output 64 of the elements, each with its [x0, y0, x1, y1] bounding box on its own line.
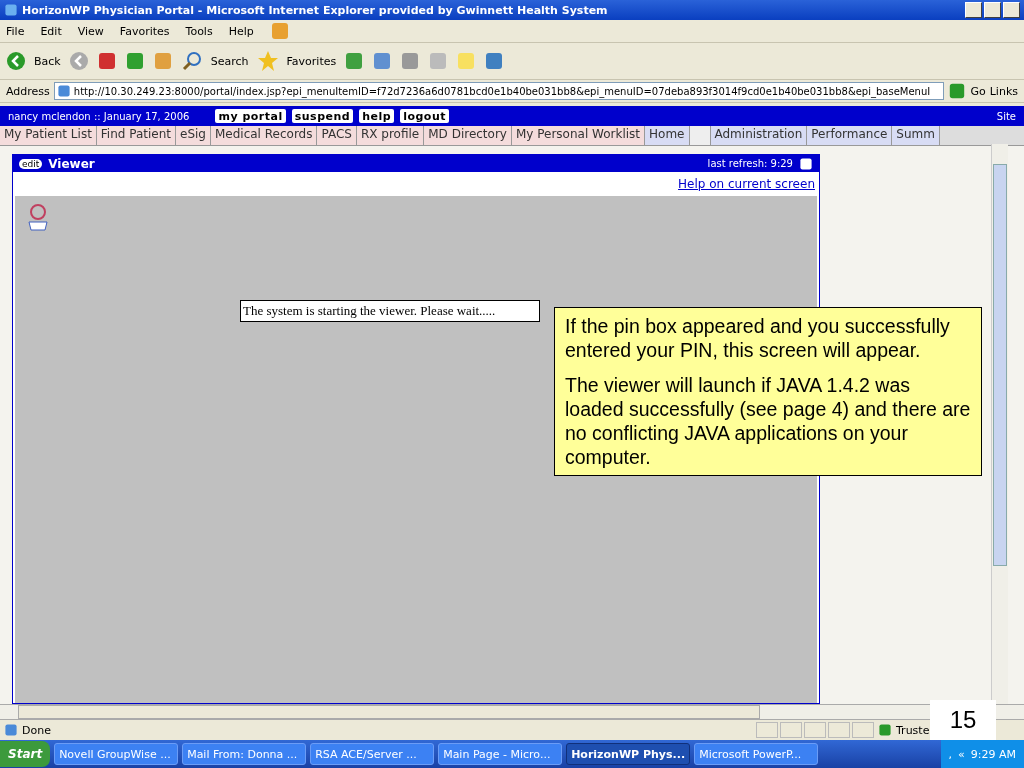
- favorites-button[interactable]: Favorites: [286, 54, 337, 68]
- callout-text: The viewer will launch if JAVA 1.4.2 was loaded successfully (see page 4) and there are no conflicting JAVA applications on your computer.: [565, 373, 971, 469]
- edit-button[interactable]: edit: [19, 158, 43, 169]
- menu-item[interactable]: Help: [228, 24, 254, 38]
- nav-tab[interactable]: My Patient List: [0, 126, 97, 145]
- nav-tab[interactable]: Home: [645, 126, 690, 145]
- address-field[interactable]: http://10.30.249.23:8000/portal/index.jsp?epi_menuItemID=f72d7236a6d0781bcd0e1b40be031bb8&epi_menuID=07deba893f3014f9cd0e1b40be031bb8&epi_baseMenuI: [53, 82, 945, 100]
- start-button[interactable]: Start: [0, 741, 51, 767]
- menu-item[interactable]: Tools: [185, 24, 213, 38]
- maximize-button[interactable]: [984, 2, 1001, 18]
- status-pane: [756, 722, 778, 738]
- taskbar-button[interactable]: Main Page - Micro...: [438, 743, 563, 765]
- nav-tab[interactable]: RX profile: [356, 126, 425, 145]
- status-pane: [804, 722, 826, 738]
- portal-button[interactable]: suspend: [291, 109, 354, 123]
- user-date: nancy mclendon :: January 17, 2006: [8, 110, 190, 122]
- portal-button[interactable]: logout: [400, 109, 449, 123]
- status-pane: [852, 722, 874, 738]
- last-refresh: last refresh: 9:29: [707, 158, 793, 169]
- menu-item[interactable]: File: [6, 24, 25, 38]
- status-pane: [828, 722, 850, 738]
- search-button[interactable]: Search: [210, 54, 249, 68]
- menu-item[interactable]: View: [77, 24, 104, 38]
- panel-title: Viewer: [48, 156, 95, 171]
- menu-item[interactable]: Edit: [40, 24, 62, 38]
- close-button[interactable]: [1003, 2, 1020, 18]
- star-icon[interactable]: [256, 50, 279, 72]
- nav-tab[interactable]: PACS: [317, 126, 357, 145]
- nav-tab[interactable]: MD Directory: [424, 126, 512, 145]
- nav-tab[interactable]: Find Patient: [96, 126, 177, 145]
- minimize-button[interactable]: [965, 2, 982, 18]
- search-icon[interactable]: [180, 50, 203, 72]
- taskbar-button[interactable]: Microsoft PowerP...: [694, 743, 819, 765]
- taskbar-button[interactable]: RSA ACE/Server ...: [310, 743, 435, 765]
- window-title: HorizonWP Physician Portal - Microsoft Internet Explorer provided by Gwinnett Health System: [22, 3, 608, 17]
- menu-item[interactable]: Favorites: [119, 24, 170, 38]
- taskbar-button[interactable]: Novell GroupWise ...: [54, 743, 179, 765]
- status-pane: [780, 722, 802, 738]
- forward-icon[interactable]: [68, 51, 89, 71]
- nav-tab[interactable]: eSig: [176, 126, 211, 145]
- help-link[interactable]: Help on current screen: [678, 177, 815, 191]
- site-link[interactable]: Site: [996, 110, 1016, 122]
- nav-tab[interactable]: Performance: [807, 126, 893, 145]
- back-icon[interactable]: [6, 51, 26, 71]
- zone-text: Truste: [896, 723, 931, 737]
- go-button[interactable]: Go: [970, 84, 986, 98]
- taskbar-button[interactable]: HorizonWP Phys...: [566, 743, 691, 765]
- vertical-scrollbar[interactable]: [991, 144, 1008, 704]
- tray-separator: ,: [948, 747, 953, 761]
- nav-tab[interactable]: Summ: [892, 126, 940, 145]
- callout-text: If the pin box appeared and you successfully entered your PIN, this screen will appear.: [565, 314, 951, 362]
- portal-button[interactable]: help: [359, 109, 395, 123]
- portal-button[interactable]: my portal: [215, 109, 286, 123]
- back-button[interactable]: Back: [34, 54, 61, 68]
- taskbar-button[interactable]: Mail From: Donna ...: [182, 743, 307, 765]
- slide-number: 15: [930, 700, 996, 740]
- nav-tab[interactable]: My Personal Worklist: [511, 126, 646, 145]
- links-button[interactable]: Links: [989, 84, 1018, 98]
- clock: 9:29 AM: [970, 747, 1016, 761]
- status-message: The system is starting the viewer. Please wait.....: [240, 300, 540, 322]
- nav-tab[interactable]: Medical Records: [211, 126, 318, 145]
- status-text: Done: [22, 723, 51, 737]
- address-label: Address: [6, 84, 50, 98]
- nav-tab[interactable]: Administration: [710, 126, 808, 145]
